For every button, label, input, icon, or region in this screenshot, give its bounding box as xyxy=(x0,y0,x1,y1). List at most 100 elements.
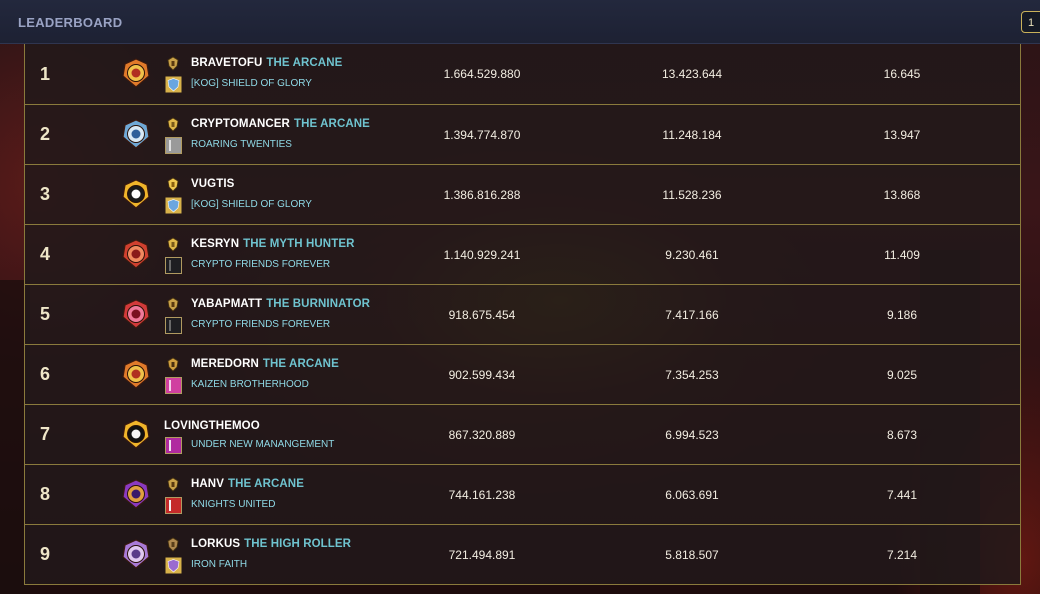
player-name[interactable]: VUGTIS xyxy=(191,178,234,190)
player-title: THE ARCANE xyxy=(293,118,370,130)
player-avatar[interactable] xyxy=(121,479,151,509)
purple-crest-icon xyxy=(121,479,151,509)
rank-number: 7 xyxy=(40,424,51,444)
stat-value-1: 867.320.889 xyxy=(448,427,516,442)
guild-emblem[interactable] xyxy=(165,497,182,514)
player-title: THE MYTH HUNTER xyxy=(243,238,355,250)
leaderboard-row[interactable]: 1 BRAVETOFU THE ARCANE [KOG] SHIELD OF GLOR… xyxy=(24,43,1021,105)
title-trophy xyxy=(166,297,180,313)
leaderboard-row[interactable]: 4 KESRYN THE MYTH HUNTER CRYPTO FRIENDS FOR… xyxy=(24,225,1021,285)
stat-value-1: 918.675.454 xyxy=(448,307,516,322)
rank-number: 9 xyxy=(40,544,51,564)
player-name[interactable]: LORKUS THE HIGH ROLLER xyxy=(191,538,351,550)
player-name-text: MEREDORN xyxy=(191,358,259,370)
player-name-text: KESRYN xyxy=(191,238,240,250)
red-pink-crest-icon xyxy=(121,299,151,329)
player-name[interactable]: LOVINGTHEMOO xyxy=(164,420,260,432)
key-trophy-icon xyxy=(166,297,180,313)
leaderboard-row[interactable]: 9 LORKUS THE HIGH ROLLER IRON FAITH 721.494.… xyxy=(24,525,1021,585)
bronze-shield-trophy-icon xyxy=(166,537,180,553)
stat-value-3: 9.186 xyxy=(886,307,918,322)
player-title: THE ARCANE xyxy=(266,57,343,69)
leaderboard-row[interactable]: 7 LOVINGTHEMOO UNDER NEW MANANGEMENT 867.32… xyxy=(24,405,1021,465)
page-title: LEADERBOARD xyxy=(18,15,123,30)
player-avatar[interactable] xyxy=(121,179,151,209)
guild-name[interactable]: KAIZEN BROTHERHOOD xyxy=(191,379,309,390)
grey-banner-icon xyxy=(165,137,182,154)
blue-crest-icon xyxy=(121,119,151,149)
dark-banner-icon xyxy=(165,257,182,274)
rank-number: 3 xyxy=(40,184,51,204)
hourglass-trophy-icon xyxy=(166,357,180,373)
player-name[interactable]: YABAPMATT THE BURNINATOR xyxy=(191,298,370,310)
dark-fang-crest-icon xyxy=(121,179,151,209)
orange-crest-icon xyxy=(121,359,151,389)
leaderboard-row[interactable]: 8 HANV THE ARCANE KNIGHTS UNITED 744.161.238… xyxy=(24,465,1021,525)
top-bar: LEADERBOARD 1 xyxy=(0,0,1040,44)
player-avatar[interactable] xyxy=(121,58,151,88)
guild-emblem[interactable] xyxy=(165,76,182,93)
guild-name[interactable]: UNDER NEW MANANGEMENT xyxy=(191,439,334,450)
stat-value-2: 11.528.236 xyxy=(662,187,722,202)
leaderboard-row[interactable]: 3 VUGTIS [KOG] SHIELD OF GLORY 1.386.816.28… xyxy=(24,165,1021,225)
guild-name[interactable]: KNIGHTS UNITED xyxy=(191,499,275,510)
player-avatar[interactable] xyxy=(121,539,151,569)
title-trophy xyxy=(166,537,180,553)
title-trophy xyxy=(166,177,180,193)
rank-number: 5 xyxy=(40,304,51,324)
player-title: THE BURNINATOR xyxy=(266,298,371,310)
stat-value-3: 11.409 xyxy=(884,247,920,262)
player-name[interactable]: BRAVETOFU THE ARCANE xyxy=(191,57,342,69)
stat-value-1: 1.664.529.880 xyxy=(443,67,521,81)
player-name-text: CRYPTOMANCER xyxy=(191,118,290,130)
rank-number: 2 xyxy=(40,124,51,144)
stat-value-2: 7.354.253 xyxy=(665,367,719,382)
player-avatar[interactable] xyxy=(121,119,151,149)
stat-value-2: 7.417.166 xyxy=(665,307,719,322)
leaderboard-row[interactable]: 5 YABAPMATT THE BURNINATOR CRYPTO FRIENDS F… xyxy=(24,285,1021,345)
gold-helmet-trophy-icon xyxy=(166,177,180,193)
gold-shield-trophy-icon xyxy=(166,237,180,253)
stat-value-2: 6.994.523 xyxy=(665,427,719,442)
guild-name[interactable]: [KOG] SHIELD OF GLORY xyxy=(191,199,312,210)
guild-emblem[interactable] xyxy=(165,137,182,154)
guild-emblem[interactable] xyxy=(165,377,182,394)
player-name[interactable]: HANV THE ARCANE xyxy=(191,478,304,490)
stat-value-1: 744.161.238 xyxy=(448,487,516,502)
player-name[interactable]: CRYPTOMANCER THE ARCANE xyxy=(191,118,370,130)
guild-emblem[interactable] xyxy=(165,557,182,574)
guild-emblem[interactable] xyxy=(165,197,182,214)
guild-name[interactable]: CRYPTO FRIENDS FOREVER xyxy=(191,319,330,330)
leaderboard-row[interactable]: 2 CRYPTOMANCER THE ARCANE ROARING TWENTIES 1… xyxy=(24,105,1021,165)
player-title: THE HIGH ROLLER xyxy=(244,538,352,550)
player-avatar[interactable] xyxy=(121,419,151,449)
guild-emblem[interactable] xyxy=(165,317,182,334)
player-avatar[interactable] xyxy=(121,299,151,329)
guild-name[interactable]: CRYPTO FRIENDS FOREVER xyxy=(191,259,330,270)
stat-value-2: 6.063.691 xyxy=(665,487,719,502)
stat-value-1: 721.494.891 xyxy=(448,547,516,562)
rank-number: 4 xyxy=(40,244,51,264)
player-name[interactable]: MEREDORN THE ARCANE xyxy=(191,358,339,370)
rank-number: 8 xyxy=(40,484,51,504)
player-avatar[interactable] xyxy=(121,239,151,269)
rank-number: 1 xyxy=(40,63,51,84)
guild-name[interactable]: ROARING TWENTIES xyxy=(191,139,292,150)
player-title: THE ARCANE xyxy=(262,358,339,370)
guild-name[interactable]: IRON FAITH xyxy=(191,559,247,570)
page-indicator-button[interactable]: 1 xyxy=(1021,11,1040,33)
guild-emblem[interactable] xyxy=(165,437,182,454)
player-name[interactable]: KESRYN THE MYTH HUNTER xyxy=(191,238,355,250)
player-name-text: BRAVETOFU xyxy=(191,57,263,69)
lilac-crest-icon xyxy=(121,539,151,569)
player-avatar[interactable] xyxy=(121,359,151,389)
guild-emblem[interactable] xyxy=(165,257,182,274)
blue-shield-icon xyxy=(165,76,182,93)
rank-number: 6 xyxy=(40,364,51,384)
guild-name[interactable]: [KOG] SHIELD OF GLORY xyxy=(191,78,312,89)
leaderboard-row[interactable]: 6 MEREDORN THE ARCANE KAIZEN BROTHERHOOD 902… xyxy=(24,345,1021,405)
title-trophy xyxy=(166,117,180,133)
stat-value-1: 1.394.774.870 xyxy=(443,127,521,142)
pink-mask-icon xyxy=(165,377,182,394)
orange-crest-icon xyxy=(121,58,151,88)
